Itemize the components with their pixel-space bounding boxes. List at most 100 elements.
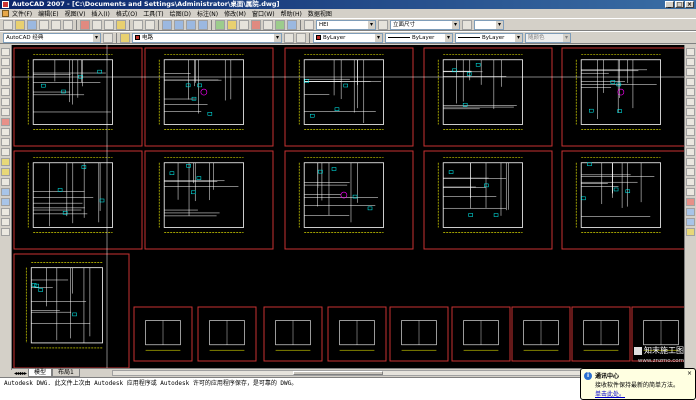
break-icon[interactable] [686,158,695,166]
tab-layout1[interactable]: 布局1 [52,369,80,377]
tab-model[interactable]: 模型 [28,369,53,377]
dim-style-select[interactable]: 立面尺寸 [390,19,460,30]
horizontal-scrollbar[interactable] [112,370,582,376]
menu-dataview[interactable]: 数据视图 [308,9,332,18]
spline-icon[interactable] [1,128,10,136]
undo-icon[interactable] [133,19,143,30]
arc-icon[interactable] [1,98,10,106]
make-current-layer-icon[interactable] [284,32,294,43]
table-style-icon[interactable] [462,19,472,30]
explode-icon[interactable] [686,198,695,206]
copy-icon[interactable] [92,19,102,30]
menu-tools[interactable]: 工具(T) [143,9,163,18]
properties-icon[interactable] [215,19,225,30]
zoom-previous-icon[interactable] [198,19,208,30]
plot-icon[interactable] [39,19,49,30]
help-icon[interactable] [287,19,297,30]
copy-object-icon[interactable] [686,58,695,66]
menu-help[interactable]: 帮助(H) [281,9,302,18]
move-icon[interactable] [686,98,695,106]
bubble-close-button[interactable]: × [686,370,693,377]
scrollbar-thumb[interactable] [293,371,383,375]
bubble-link[interactable]: 单击此处。 [595,389,692,398]
match-properties-icon[interactable] [116,19,126,30]
workspace-settings-icon[interactable] [103,32,113,43]
redo-icon[interactable] [145,19,155,30]
point-icon[interactable] [1,178,10,186]
markup-icon[interactable] [263,19,273,30]
make-block-icon[interactable] [1,168,10,176]
calculator-icon[interactable] [275,19,285,30]
ellipse-icon[interactable] [1,138,10,146]
lineweight-select[interactable]: ByLayer [455,32,523,43]
open-icon[interactable] [15,19,25,30]
design-center-icon[interactable] [227,19,237,30]
menu-draw[interactable]: 绘图(D) [170,9,191,18]
dimension-icon[interactable] [686,228,695,236]
construction-line-icon[interactable] [1,58,10,66]
drawing-canvas[interactable] [12,45,684,368]
table-style-select[interactable] [474,19,504,30]
osnap-icon[interactable] [686,218,695,226]
workspace-select[interactable]: AutoCAD 经典 [3,32,101,43]
dim-style-icon[interactable] [378,19,388,30]
autocad-app-icon[interactable] [2,1,9,8]
cut-icon[interactable] [80,19,90,30]
close-button[interactable]: × [685,1,694,8]
text-style-icon[interactable] [304,19,314,30]
trim-icon[interactable] [686,138,695,146]
maximize-button[interactable]: □ [675,1,684,8]
mirror-icon[interactable] [686,68,695,76]
sheet-set-icon[interactable] [251,19,261,30]
circle-icon[interactable] [1,108,10,116]
menu-dimension[interactable]: 标注(N) [197,9,218,18]
gradient-icon[interactable] [1,198,10,206]
color-select[interactable]: ByLayer [313,32,383,43]
join-icon[interactable] [686,168,695,176]
document-icon[interactable] [2,10,9,17]
stretch-icon[interactable] [686,128,695,136]
menu-view[interactable]: 视图(V) [65,9,86,18]
polyline-icon[interactable] [1,68,10,76]
extend-icon[interactable] [686,148,695,156]
rotate-icon[interactable] [686,108,695,116]
text-style-select[interactable]: HEI [316,19,376,30]
zoom-realtime-icon[interactable] [174,19,184,30]
publish-icon[interactable] [63,19,73,30]
scale-icon[interactable] [686,118,695,126]
array-icon[interactable] [686,88,695,96]
ellipse-arc-icon[interactable] [1,148,10,156]
erase-icon[interactable] [686,48,695,56]
offset-icon[interactable] [686,78,695,86]
new-icon[interactable] [3,19,13,30]
revision-cloud-icon[interactable] [1,118,10,126]
fillet-icon[interactable] [686,188,695,196]
menu-edit[interactable]: 编辑(E) [38,9,58,18]
save-icon[interactable] [27,19,37,30]
minimize-button[interactable]: _ [665,1,674,8]
line-icon[interactable] [1,48,10,56]
plot-preview-icon[interactable] [51,19,61,30]
polygon-icon[interactable] [1,78,10,86]
insert-block-icon[interactable] [1,158,10,166]
tool-palettes-icon[interactable] [239,19,249,30]
pan-icon[interactable] [162,19,172,30]
rectangle-icon[interactable] [1,88,10,96]
linetype-select[interactable]: ByLayer [385,32,453,43]
paste-icon[interactable] [104,19,114,30]
chamfer-icon[interactable] [686,178,695,186]
menu-window[interactable]: 窗口(W) [252,9,275,18]
menu-file[interactable]: 文件(F) [12,9,32,18]
menu-modify[interactable]: 修改(M) [224,9,246,18]
layer-manager-icon[interactable] [120,32,130,43]
multiline-text-icon[interactable] [1,228,10,236]
region-icon[interactable] [1,208,10,216]
table-icon[interactable] [1,218,10,226]
tab-navigation-arrows[interactable]: ◂◂◂▸▸▸ [14,370,27,377]
zoom-window-icon[interactable] [186,19,196,30]
hatch-icon[interactable] [1,188,10,196]
menu-insert[interactable]: 插入(I) [91,9,109,18]
layer-previous-icon[interactable] [296,32,306,43]
snap-icon[interactable] [686,208,695,216]
layer-select[interactable]: 电路 [132,32,282,43]
